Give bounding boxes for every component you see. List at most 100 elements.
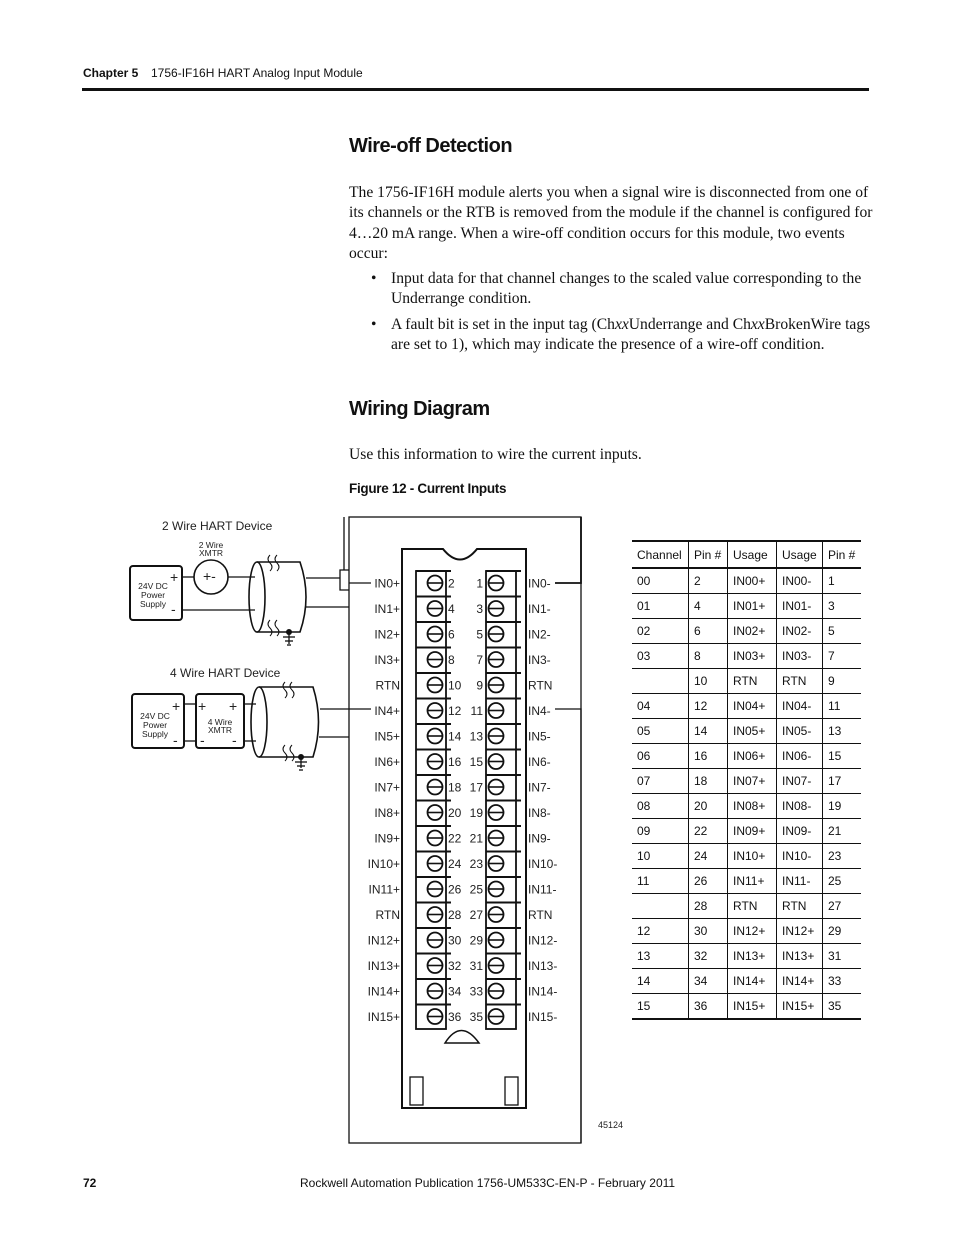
terminal-right-pin: 23 <box>470 857 484 871</box>
table-cell: 23 <box>822 843 861 869</box>
table-cell: 27 <box>822 893 861 919</box>
pin-assignment-table: Channel Pin # Usage Usage Pin # 00 2 IN00+… <box>632 540 861 1020</box>
table-cell: 4 <box>688 593 728 619</box>
terminal-right-pin: 5 <box>476 628 483 642</box>
table-cell: 10 <box>632 843 689 869</box>
xmtr-label: XMTR <box>208 725 232 735</box>
terminal-right-label: IN1- <box>528 602 551 616</box>
column-header: Usage <box>776 540 823 569</box>
module-slot-left <box>409 1076 424 1106</box>
table-cell: 35 <box>822 993 861 1020</box>
table-cell: 20 <box>688 793 728 819</box>
two-wire-device <box>129 517 582 646</box>
table-cell: IN02- <box>776 618 823 644</box>
table-cell: IN00- <box>776 568 823 594</box>
table-cell: 14 <box>688 718 728 744</box>
table-cell: 10 <box>688 668 728 694</box>
table-cell: IN04- <box>776 693 823 719</box>
terminal-left-label: IN8+ <box>374 806 400 820</box>
terminal-left-label: IN2+ <box>374 628 400 642</box>
table-cell: RTN <box>727 893 777 919</box>
table-cell: 22 <box>688 818 728 844</box>
table-cell: IN00+ <box>727 568 777 594</box>
table-cell: IN03+ <box>727 643 777 669</box>
table-cell: IN12+ <box>776 918 823 944</box>
table-cell: IN11- <box>776 868 823 894</box>
terminal-left-label: IN9+ <box>374 832 400 846</box>
terminal-right-label: RTN <box>528 679 552 693</box>
table-cell: 30 <box>688 918 728 944</box>
terminal-row: IN2+ 6 5 IN2- <box>374 621 551 643</box>
terminal-right-label: IN6- <box>528 755 551 769</box>
table-cell: IN08- <box>776 793 823 819</box>
table-cell: 15 <box>822 743 861 769</box>
table-cell: IN03- <box>776 643 823 669</box>
terminal-row: IN9+ 22 21 IN9- <box>374 825 551 847</box>
terminal-left-label: IN10+ <box>368 857 400 871</box>
table-cell: 2 <box>688 568 728 594</box>
table-cell: 04 <box>632 693 689 719</box>
column-header: Channel <box>632 540 689 569</box>
terminal-right-pin: 9 <box>476 679 483 693</box>
table-cell: 05 <box>632 718 689 744</box>
module-body <box>401 548 527 1109</box>
table-cell: 13 <box>822 718 861 744</box>
table-row: 01 4 IN01+ IN01- 3 <box>632 593 861 619</box>
terminal-left-label: RTN <box>376 908 400 922</box>
table-cell: RTN <box>776 893 823 919</box>
plus-sign: + <box>198 698 206 714</box>
terminal-right-label: IN15- <box>528 1010 557 1024</box>
terminal-right-label: IN8- <box>528 806 551 820</box>
table-row: 15 36 IN15+ IN15+ 35 <box>632 993 861 1020</box>
module-latch <box>443 1029 481 1044</box>
page-number: 72 <box>83 1176 97 1190</box>
terminal-left-label: IN3+ <box>374 653 400 667</box>
terminal-left-label: IN6+ <box>374 755 400 769</box>
terminal-left-label: IN7+ <box>374 781 400 795</box>
table-cell: IN01+ <box>727 593 777 619</box>
terminal-right-label: IN4- <box>528 704 551 718</box>
table-row: 13 32 IN13+ IN13+ 31 <box>632 943 861 969</box>
terminal-left-pin: 30 <box>448 934 462 948</box>
table-row: 08 20 IN08+ IN08- 19 <box>632 793 861 819</box>
table-cell: IN06+ <box>727 743 777 769</box>
table-cell: IN05+ <box>727 718 777 744</box>
table-row: 09 22 IN09+ IN09- 21 <box>632 818 861 844</box>
terminal-right-pin: 13 <box>470 730 484 744</box>
table-cell: 21 <box>822 818 861 844</box>
terminal-left-pin: 12 <box>448 704 462 718</box>
table-cell: RTN <box>727 668 777 694</box>
terminal-right-label: IN9- <box>528 832 551 846</box>
table-cell: 6 <box>688 618 728 644</box>
table-cell: 09 <box>632 818 689 844</box>
table-cell: IN01- <box>776 593 823 619</box>
table-cell: IN09- <box>776 818 823 844</box>
terminal-row: IN13+ 32 31 IN13- <box>368 952 557 974</box>
terminal-row: IN6+ 16 15 IN6- <box>374 748 551 770</box>
power-supply-label: Supply <box>142 729 169 739</box>
table-row: 10 RTN RTN 9 <box>632 668 861 694</box>
terminal-left-pin: 32 <box>448 959 462 973</box>
terminal-right-label: IN13- <box>528 959 557 973</box>
terminal-row: IN0+ 2 1 IN0- <box>374 570 551 592</box>
table-cell: 7 <box>822 643 861 669</box>
terminal-right-pin: 7 <box>476 653 483 667</box>
table-cell: 9 <box>822 668 861 694</box>
table-cell: IN12+ <box>727 918 777 944</box>
table-row: 07 18 IN07+ IN07- 17 <box>632 768 861 794</box>
terminal-right-label: IN7- <box>528 781 551 795</box>
terminal-left-label: IN5+ <box>374 730 400 744</box>
terminal-right-pin: 25 <box>470 883 484 897</box>
terminal-left-label: IN0+ <box>374 577 400 591</box>
terminal-right-pin: 11 <box>471 704 484 718</box>
terminal-right-pin: 35 <box>470 1010 484 1024</box>
terminal-row: IN12+ 30 29 IN12- <box>368 927 557 949</box>
table-cell <box>632 668 689 694</box>
table-cell: 3 <box>822 593 861 619</box>
table-cell: IN04+ <box>727 693 777 719</box>
table-cell: 36 <box>688 993 728 1020</box>
table-cell: IN08+ <box>727 793 777 819</box>
table-cell: 8 <box>688 643 728 669</box>
terminal-left-pin: 34 <box>448 985 462 999</box>
table-cell: 00 <box>632 568 689 594</box>
